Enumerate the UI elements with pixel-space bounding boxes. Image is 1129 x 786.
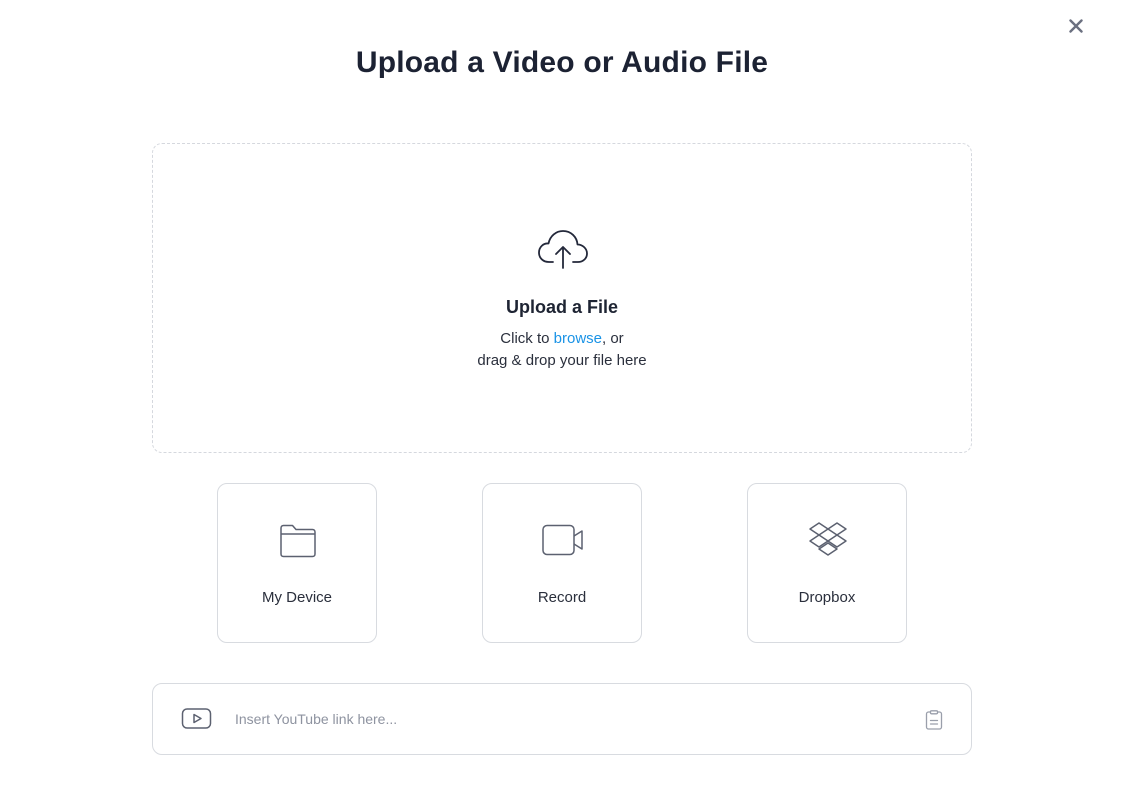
cloud-upload-icon [538,230,588,269]
instruction-prefix: Click to [500,330,554,347]
browse-link[interactable]: browse [554,330,602,347]
folder-icon [280,524,316,558]
dropzone-instructions: Click to browse, or [153,330,971,347]
upload-dialog: Upload a Video or Audio File Upload a Fi… [0,0,1129,786]
file-dropzone[interactable]: Upload a File Click to browse, or drag &… [152,143,972,453]
instruction-suffix: , or [602,330,624,347]
video-camera-icon [542,524,583,556]
dropbox-label: Dropbox [798,589,856,606]
dropbox-icon [809,522,847,556]
close-icon [1069,19,1083,33]
my-device-button[interactable]: My Device [217,483,377,643]
youtube-link-input[interactable] [235,704,895,734]
youtube-link-bar [152,683,972,755]
my-device-label: My Device [261,589,332,606]
clipboard-icon[interactable] [925,710,943,730]
youtube-play-icon [181,708,212,729]
dropzone-title: Upload a File [505,297,619,317]
record-button[interactable]: Record [482,483,642,643]
dialog-title: Upload a Video or Audio File [355,46,769,79]
drag-drop-instruction: drag & drop your file here [477,352,647,369]
record-label: Record [537,589,587,606]
close-button[interactable] [1064,14,1088,38]
dropbox-button[interactable]: Dropbox [747,483,907,643]
